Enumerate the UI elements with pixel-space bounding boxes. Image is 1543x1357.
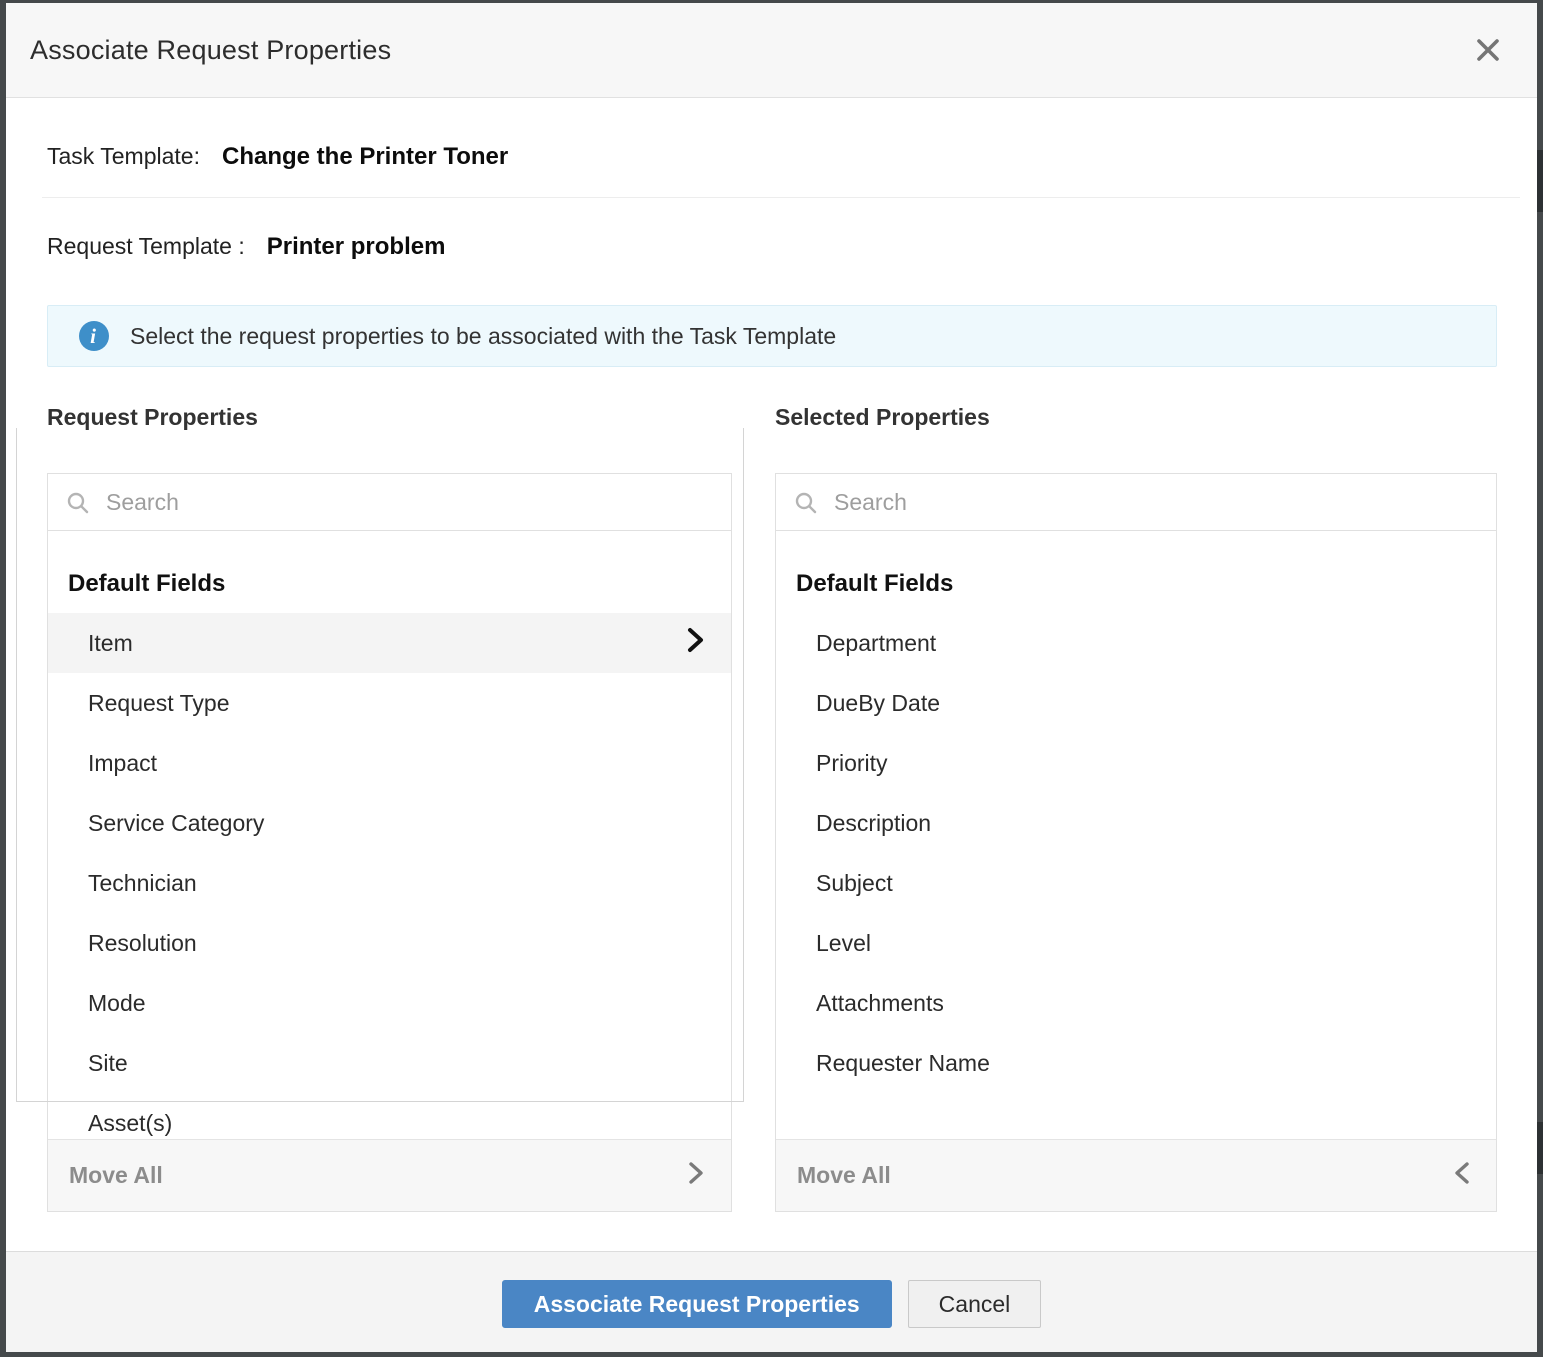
list-item[interactable]: Attachments xyxy=(776,973,1496,1033)
dialog-header: Associate Request Properties xyxy=(6,3,1537,98)
request-properties-panel: Default Fields Item Request Type Impact … xyxy=(47,473,732,1212)
background-scrollbar-thumb xyxy=(1537,1122,1543,1174)
background-scrollbar-thumb xyxy=(1537,150,1543,212)
list-item[interactable]: Service Category xyxy=(48,793,731,853)
search-icon xyxy=(66,491,89,514)
right-group-header: Default Fields xyxy=(776,532,1496,613)
chevron-right-icon xyxy=(688,1161,705,1190)
list-item[interactable]: Technician xyxy=(48,853,731,913)
task-template-row: Task Template: Change the Printer Toner xyxy=(47,143,508,171)
list-item[interactable]: Description xyxy=(776,793,1496,853)
list-item[interactable]: Item xyxy=(48,613,731,673)
info-icon: i xyxy=(79,321,109,351)
list-item[interactable]: Request Type xyxy=(48,673,731,733)
list-item[interactable]: Subject xyxy=(776,853,1496,913)
request-template-row: Request Template : Printer problem xyxy=(47,233,445,261)
cancel-button[interactable]: Cancel xyxy=(908,1280,1042,1328)
close-icon[interactable] xyxy=(1475,37,1501,63)
page-behind-bottom-edge xyxy=(0,1352,1543,1357)
move-all-right-button[interactable]: Move All xyxy=(48,1139,731,1211)
list-item[interactable]: Level xyxy=(776,913,1496,973)
page-behind-left-edge xyxy=(0,0,6,1357)
list-item[interactable]: Impact xyxy=(48,733,731,793)
list-item[interactable]: Requester Name xyxy=(776,1033,1496,1093)
page-behind-top-edge xyxy=(0,0,1543,3)
list-item[interactable]: Asset(s) xyxy=(48,1093,731,1139)
left-search-input[interactable] xyxy=(104,481,731,523)
left-list: Default Fields Item Request Type Impact … xyxy=(48,532,731,1139)
list-item[interactable]: Mode xyxy=(48,973,731,1033)
associate-request-properties-button[interactable]: Associate Request Properties xyxy=(502,1280,892,1328)
task-template-label: Task Template: xyxy=(47,143,200,170)
move-all-left-button[interactable]: Move All xyxy=(776,1139,1496,1211)
info-banner: i Select the request properties to be as… xyxy=(47,305,1497,367)
list-item[interactable]: DueBy Date xyxy=(776,673,1496,733)
selected-properties-panel: Default Fields Department DueBy Date Pri… xyxy=(775,473,1497,1212)
chevron-left-icon xyxy=(1453,1161,1470,1190)
chevron-right-icon[interactable] xyxy=(686,627,705,659)
list-item[interactable]: Resolution xyxy=(48,913,731,973)
request-template-value: Printer problem xyxy=(267,233,446,261)
dialog-title: Associate Request Properties xyxy=(6,35,391,66)
list-item[interactable]: Priority xyxy=(776,733,1496,793)
task-template-value: Change the Printer Toner xyxy=(222,143,508,171)
right-list: Default Fields Department DueBy Date Pri… xyxy=(776,532,1496,1139)
selected-properties-heading: Selected Properties xyxy=(775,404,990,431)
request-properties-heading: Request Properties xyxy=(47,404,258,431)
right-search-input[interactable] xyxy=(832,481,1496,523)
dialog-action-bar: Associate Request Properties Cancel xyxy=(6,1251,1537,1352)
left-group-header: Default Fields xyxy=(48,532,731,613)
request-template-label: Request Template : xyxy=(47,233,245,260)
search-icon xyxy=(794,491,817,514)
left-search-box xyxy=(48,474,731,531)
list-item[interactable]: Department xyxy=(776,613,1496,673)
list-item[interactable]: Site xyxy=(48,1033,731,1093)
info-banner-text: Select the request properties to be asso… xyxy=(130,323,836,350)
right-search-box xyxy=(776,474,1496,531)
divider xyxy=(42,197,1520,198)
